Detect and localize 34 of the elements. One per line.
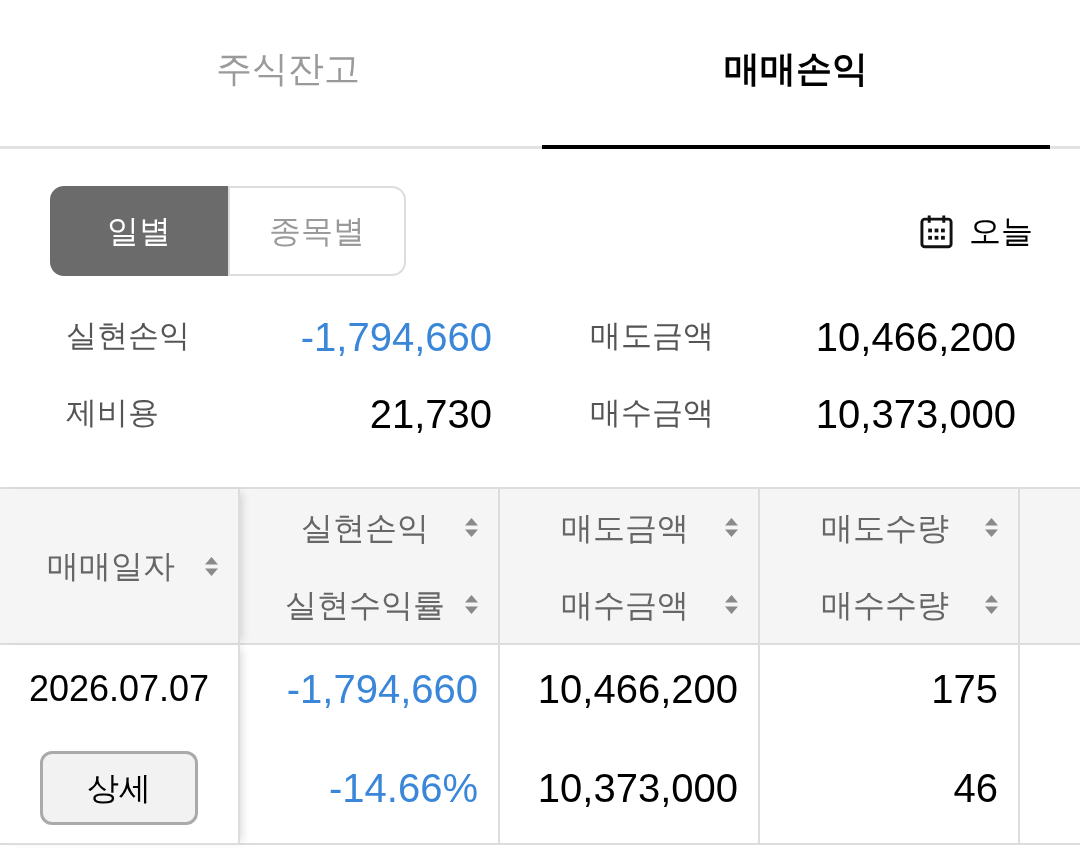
summary-label: 매수금액 (590, 394, 714, 433)
sort-icon[interactable] (985, 518, 998, 537)
calendar-icon (919, 213, 954, 249)
sort-icon[interactable] (985, 595, 998, 614)
summary-label: 매도금액 (590, 317, 714, 356)
column-label: 매수금액 (560, 585, 690, 625)
number-text: 175 (931, 666, 998, 713)
sort-icon[interactable] (205, 556, 218, 576)
number-text: 10,466,200 (537, 666, 738, 713)
summary-value: 21,730 (369, 390, 492, 438)
summary-label: 실현손익 (66, 317, 190, 356)
sort-icon[interactable] (465, 518, 478, 537)
column-label: 매수수량 (820, 585, 950, 625)
tab[interactable]: 매매손익 (542, 0, 1050, 149)
sort-icon[interactable] (725, 595, 738, 614)
sort-icon[interactable] (725, 518, 738, 537)
column-label: 매도수량 (820, 508, 950, 548)
column-label: 매도금액 (560, 508, 690, 548)
summary-value: 10,466,200 (815, 313, 1016, 361)
view-toggle-button[interactable]: 일별 (50, 186, 228, 276)
summary-value: -1,794,660 (300, 313, 492, 361)
column-label: 실현손익 (300, 508, 430, 548)
number-text: 46 (953, 765, 998, 812)
number-text: 10,373,000 (537, 765, 738, 812)
summary-label: 제비용 (66, 394, 159, 433)
number-text: -1,794,660 (286, 666, 478, 713)
number-text: -14.66% (329, 765, 478, 812)
detail-button[interactable]: 상세 (40, 751, 198, 825)
date-text: 2026.07.07 (28, 667, 210, 711)
summary-value: 10,373,000 (815, 390, 1016, 438)
sort-icon[interactable] (465, 595, 478, 614)
column-label: 매매일자 (46, 547, 176, 586)
date-filter-button[interactable]: 오늘 (919, 207, 1033, 255)
column-label: 실현수익률 (284, 585, 446, 625)
